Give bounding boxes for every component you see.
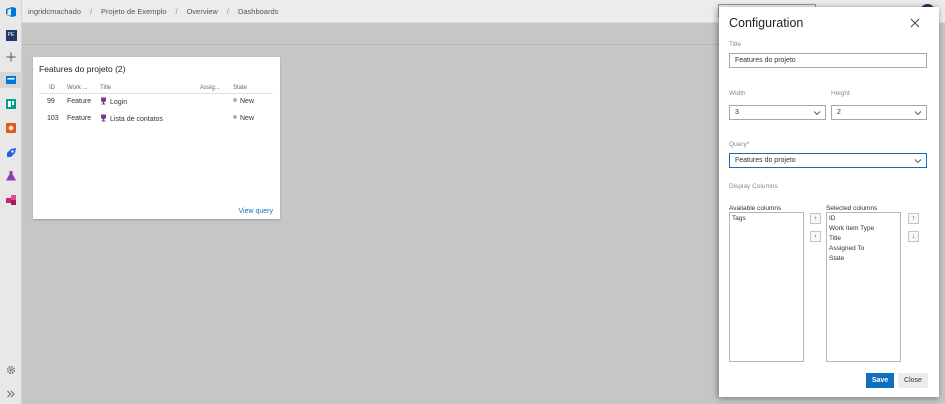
boards-icon[interactable]: [3, 96, 19, 112]
column-header-work-item-type[interactable]: Work ...: [65, 84, 98, 94]
trophy-icon: [101, 97, 106, 105]
column-header-title[interactable]: Title: [98, 84, 198, 94]
cell-id: 103: [47, 115, 59, 122]
column-header-state[interactable]: State: [231, 84, 273, 94]
cell-assigned-to: [198, 110, 231, 127]
breadcrumb-separator: /: [226, 7, 229, 16]
plus-icon[interactable]: [3, 49, 19, 65]
breadcrumb-project[interactable]: Projeto de Exemplo: [101, 7, 166, 16]
divider: [22, 44, 719, 45]
pipelines-icon[interactable]: [3, 145, 19, 161]
panel-title: Configuration: [729, 16, 804, 30]
cell-title[interactable]: Login: [98, 93, 198, 110]
trophy-icon: [101, 114, 106, 122]
project-icon[interactable]: PE: [3, 27, 19, 43]
cell-assigned-to: [198, 93, 231, 110]
cell-state-text: New: [240, 115, 255, 122]
query-results-table: ID Work ... Title Assig... State 99 Feat…: [39, 84, 273, 127]
query-select[interactable]: Features do projeto: [729, 153, 927, 168]
chevron-down-icon: [914, 159, 922, 164]
table-row[interactable]: 99 Feature Login New: [39, 93, 273, 110]
artifacts-icon[interactable]: [3, 192, 19, 208]
available-columns-label: Available columns: [729, 205, 782, 212]
view-query-link[interactable]: View query: [238, 208, 273, 215]
breadcrumb-organization[interactable]: ingridcmachado: [28, 7, 81, 16]
configuration-panel: Configuration Title Features do projeto …: [719, 7, 939, 397]
list-item[interactable]: Tags: [731, 214, 802, 224]
height-select[interactable]: 2: [831, 105, 927, 120]
cell-type: Feature: [67, 115, 92, 122]
breadcrumb-dashboards[interactable]: Dashboards: [238, 7, 278, 16]
table-row[interactable]: 103 Feature Lista de contatos New: [39, 110, 273, 127]
cell-id: 99: [47, 98, 55, 106]
title-label: Title: [729, 41, 742, 48]
available-columns-list[interactable]: Tags: [729, 212, 804, 362]
table-header-row: ID Work ... Title Assig... State: [39, 84, 273, 94]
query-label: Query*: [729, 141, 750, 148]
gear-icon[interactable]: [3, 362, 19, 378]
state-dot: [233, 98, 237, 103]
list-item[interactable]: Assigned To: [828, 244, 899, 254]
cell-state-text: New: [240, 98, 255, 106]
cell-title[interactable]: Lista de contatos: [98, 110, 198, 127]
project-initials: PE: [5, 29, 17, 41]
query-value: Features do projeto: [735, 157, 796, 164]
overview-icon[interactable]: [0, 72, 22, 88]
close-button[interactable]: Close: [898, 373, 928, 388]
cell-state: New: [231, 110, 273, 127]
list-item[interactable]: State: [828, 254, 899, 264]
height-value: 2: [837, 109, 841, 116]
width-label: Width: [729, 90, 746, 97]
list-item[interactable]: ID: [828, 214, 899, 224]
width-value: 3: [735, 109, 739, 116]
query-results-widget[interactable]: Features do projeto (2) ID Work ... Titl…: [33, 57, 280, 219]
cell-title-text: Lista de contatos: [110, 116, 163, 123]
cell-title-text: Login: [110, 99, 128, 107]
selected-columns-label: Selected columns: [826, 205, 878, 212]
chevron-down-icon: [914, 111, 922, 116]
azure-devops-icon[interactable]: [3, 4, 19, 20]
repos-icon[interactable]: [3, 120, 19, 136]
display-columns-label: Display Columns: [729, 183, 778, 190]
list-item[interactable]: Work Item Type: [828, 224, 899, 234]
cell-state: New: [231, 93, 273, 110]
height-label: Height: [831, 90, 850, 97]
selected-columns-list[interactable]: ID Work Item Type Title Assigned To Stat…: [826, 212, 901, 362]
expand-icon[interactable]: [3, 386, 19, 402]
chevron-down-icon: [813, 111, 821, 116]
breadcrumb-separator: /: [89, 7, 93, 16]
move-right-button[interactable]: ›: [810, 213, 821, 224]
left-nav: PE: [0, 0, 22, 404]
list-item[interactable]: Title: [828, 234, 899, 244]
breadcrumb-separator: /: [175, 7, 178, 16]
breadcrumb-overview[interactable]: Overview: [187, 7, 218, 16]
cell-type: Feature: [67, 98, 92, 106]
width-select[interactable]: 3: [729, 105, 826, 120]
move-left-button[interactable]: ‹: [810, 231, 821, 242]
breadcrumb: ingridcmachado / Projeto de Exemplo / Overvi…: [28, 7, 278, 16]
widget-title: Features do projeto (2): [39, 64, 126, 74]
move-down-button[interactable]: ↓: [908, 231, 919, 242]
test-plans-icon[interactable]: [3, 168, 19, 184]
save-button[interactable]: Save: [866, 373, 894, 388]
move-up-button[interactable]: ↑: [908, 213, 919, 224]
column-header-id[interactable]: ID: [39, 84, 65, 94]
column-header-assigned-to[interactable]: Assig...: [198, 84, 231, 94]
title-input[interactable]: Features do projeto: [729, 53, 927, 68]
state-dot: [233, 115, 237, 119]
close-icon[interactable]: [910, 18, 920, 28]
